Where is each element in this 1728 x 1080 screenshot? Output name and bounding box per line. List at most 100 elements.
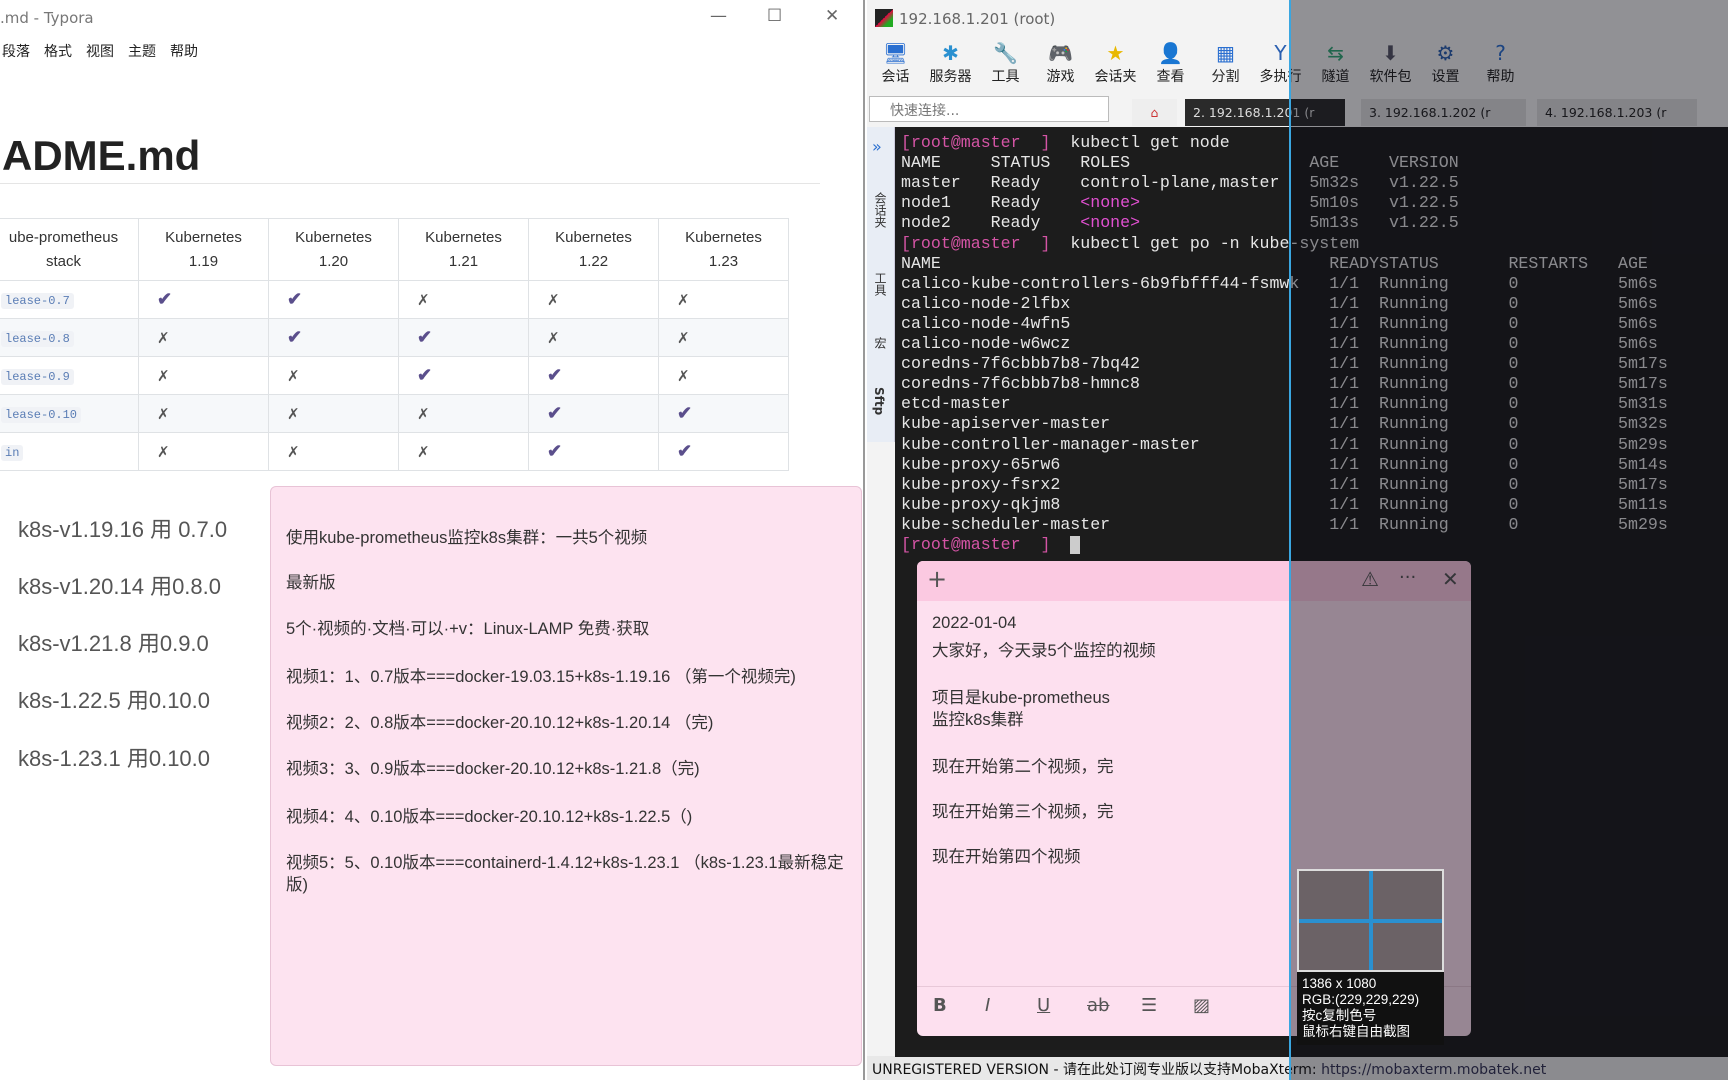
table-row: in ✗ ✗ ✗ ✔ ✔ <box>0 432 789 471</box>
prompt-at: @ <box>950 133 961 152</box>
window-title: 192.168.1.201 (root) <box>899 10 1056 28</box>
table-cell: ✗ <box>658 280 789 319</box>
rgb-value: RGB:(229,229,229) <box>1302 992 1420 1007</box>
games-icon: 🎮 <box>1048 41 1073 65</box>
table-cell: lease-0.8 <box>0 318 139 357</box>
toolbar-button-view[interactable]: 👤 查看 <box>1143 40 1198 86</box>
pod-cell: kube-proxy-65rw6 <box>901 454 1061 474</box>
table-cell: ✗ <box>658 318 789 357</box>
table-cell: ✗ <box>138 394 269 433</box>
toolbar-button-session[interactable]: 🖥 会话 <box>868 40 923 86</box>
node-cell: Ready <box>990 193 1041 213</box>
check-icon: ✔ <box>547 365 563 385</box>
release-branch: lease-0.10 <box>1 406 82 423</box>
toolbar-label: 会话夹 <box>1094 69 1137 85</box>
toolbar-label: 游戏 <box>1046 69 1075 85</box>
table-row: lease-0.8 ✗ ✔ ✔ ✗ ✗ <box>0 318 789 357</box>
cross-icon: ✗ <box>677 366 690 385</box>
note-line: 视频1：1、0.7版本===docker-19.03.15+k8s-1.19.1… <box>286 668 796 686</box>
header-line: ube-prometheus <box>8 228 119 246</box>
minimize-button[interactable]: — <box>710 6 727 26</box>
table-row: lease-0.9 ✗ ✗ ✔ ✔ ✗ <box>0 356 789 395</box>
prompt-bracket: [ <box>901 133 911 152</box>
menu-format[interactable]: 格式 <box>44 41 72 61</box>
notes-block[interactable]: 使用kube-prometheus监控k8s集群：一共5个视频 最新版 5个·视… <box>270 486 862 1066</box>
note-line: 现在开始第二个视频，完 <box>932 758 1114 776</box>
quick-connect-input[interactable]: 快速连接... <box>869 96 1109 122</box>
toolbar-button-games[interactable]: 🎮 游戏 <box>1033 40 1088 86</box>
close-button[interactable]: ✕ <box>825 6 839 26</box>
image-icon[interactable]: ▨ <box>1193 995 1210 1016</box>
pod-cell: etcd-master <box>901 394 1011 414</box>
header-line: Kubernetes <box>425 228 502 246</box>
cross-icon: ✗ <box>287 366 300 385</box>
cross-icon: ✗ <box>417 290 430 309</box>
cross-icon: ✗ <box>157 328 170 347</box>
underline-icon[interactable]: U <box>1037 995 1050 1016</box>
terminal-line: [root@master ] <box>901 535 1081 555</box>
header-line: 1.21 <box>448 252 479 270</box>
note-line: 现在开始第四个视频 <box>932 848 1081 866</box>
cross-icon: ✗ <box>547 290 560 309</box>
sidebar-tab-bookmarks[interactable]: 会话夹 <box>872 192 889 228</box>
toolbar-button-star[interactable]: ★ 会话夹 <box>1088 40 1143 86</box>
note-line: 项目是kube-prometheus <box>932 689 1110 707</box>
release-branch: lease-0.8 <box>1 330 74 347</box>
version-item: k8s-v1.20.14 用0.8.0 <box>18 574 222 599</box>
expand-icon[interactable]: » <box>872 137 882 156</box>
app-logo-icon <box>875 9 893 27</box>
toolbar-button-servers[interactable]: ✱ 服务器 <box>923 40 978 86</box>
table-cell: ✔ <box>658 432 789 471</box>
menu-help[interactable]: 帮助 <box>170 41 198 61</box>
note-line: 视频3：3、0.9版本===docker-20.10.12+k8s-1.21.8… <box>286 760 700 778</box>
home-tab[interactable]: ⌂ <box>1132 99 1177 126</box>
sidebar-tab-tools[interactable]: 工具 <box>872 272 889 296</box>
table-header: Kubernetes 1.21 <box>398 218 529 281</box>
table-header: Kubernetes 1.23 <box>658 218 789 281</box>
sidebar-tab-macros[interactable]: 宏 <box>872 337 889 349</box>
side-panel: » 会话夹 工具 宏 Sftp <box>867 127 895 442</box>
note-line: 使用kube-prometheus监控k8s集群：一共5个视频 <box>286 529 648 547</box>
menu-view[interactable]: 视图 <box>86 41 114 61</box>
italic-icon[interactable]: I <box>985 995 990 1016</box>
table-cell: ✔ <box>268 318 399 357</box>
heading-divider <box>0 183 820 184</box>
prompt-user: root <box>910 133 951 152</box>
sidebar-tab-sftp[interactable]: Sftp <box>872 387 886 415</box>
version-item: k8s-v1.19.16 用 0.7.0 <box>18 517 228 542</box>
table-cell: ✔ <box>268 280 399 319</box>
toolbar-button-tools[interactable]: 🔧 工具 <box>978 40 1033 86</box>
table-cell: ✗ <box>138 432 269 471</box>
header-line: Kubernetes <box>555 228 632 246</box>
node-cell: Ready <box>990 173 1041 193</box>
check-icon: ✔ <box>547 441 563 461</box>
toolbar-button-split[interactable]: ▦ 分割 <box>1198 40 1253 86</box>
menu-bar: 段落 格式 视图 主题 帮助 <box>2 41 198 61</box>
node-cell: master <box>901 173 961 193</box>
menu-paragraph[interactable]: 段落 <box>2 41 30 61</box>
strikethrough-icon[interactable]: ab <box>1087 995 1109 1016</box>
note-line: 大家好，今天录5个监控的视频 <box>932 642 1156 660</box>
maximize-button[interactable]: ☐ <box>767 6 782 26</box>
bold-icon[interactable]: B <box>933 995 947 1016</box>
cross-icon: ✗ <box>547 328 560 347</box>
check-icon: ✔ <box>417 327 433 347</box>
pod-cell: coredns-7f6cbbb7b8-hmnc8 <box>901 374 1140 394</box>
column-header: NAME <box>901 153 941 173</box>
window-title: .md - Typora <box>0 9 94 27</box>
none-value: <none> <box>1080 193 1141 213</box>
table-cell: ✔ <box>528 356 659 395</box>
pod-cell: calico-node-w6wcz <box>901 334 1071 353</box>
copy-hint: 按c复制色号 <box>1302 1008 1377 1023</box>
cross-icon: ✗ <box>677 290 690 309</box>
pod-cell: kube-controller-manager-master <box>901 434 1200 454</box>
add-note-icon[interactable]: + <box>927 565 947 593</box>
toolbar-label: 查看 <box>1156 69 1185 85</box>
prompt-at: @ <box>950 535 961 554</box>
menu-theme[interactable]: 主题 <box>128 41 156 61</box>
header-line: stack <box>45 252 81 270</box>
session-icon: 🖥 <box>882 41 909 65</box>
document-heading: ADME.md <box>2 132 201 179</box>
list-icon[interactable]: ☰ <box>1141 995 1157 1016</box>
table-row: lease-0.7 ✔ ✔ ✗ ✗ ✗ <box>0 280 789 319</box>
